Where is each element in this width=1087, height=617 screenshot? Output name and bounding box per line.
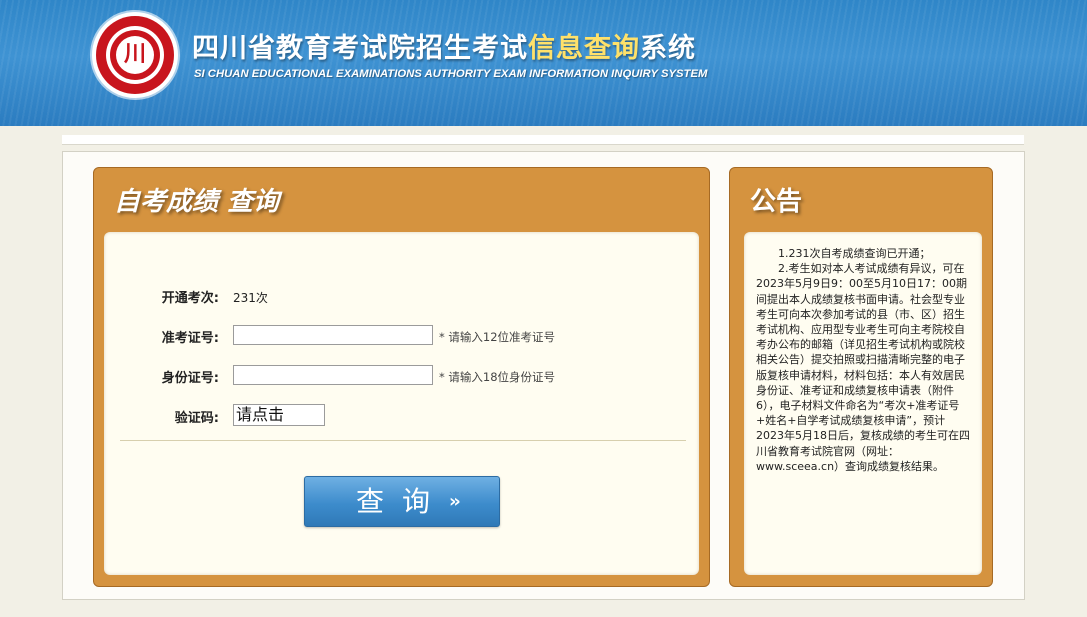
query-button-label: 查询 [355,485,448,518]
query-button[interactable]: 查询 ›› [304,476,500,527]
site-subtitle: SI CHUAN EDUCATIONAL EXAMINATIONS AUTHOR… [194,68,708,80]
query-form: 开通考次: 231次 准考证号: * 请输入12位准考证号 身份证号: * 请输… [104,232,699,575]
exam-session-value: 231次 [233,291,268,305]
captcha-box[interactable]: 请点击 [233,404,325,426]
logo-glyph: 川 [123,41,146,67]
admission-number-hint: * 请输入12位准考证号 [439,330,556,344]
form-divider [120,440,686,441]
site-title-tail: 系统 [640,33,696,64]
exam-session-label: 开通考次: [161,291,219,306]
site-title-highlight: 信息查询 [528,33,640,64]
emblem-logo: 川 [92,12,178,98]
admission-number-input[interactable] [233,325,433,345]
notice-panel-title: 公告 [750,187,803,217]
admission-number-label: 准考证号: [161,331,219,346]
id-number-label: 身份证号: [161,371,219,386]
notice-text: 1.231次自考成绩查询已开通； 2.考生如对本人考试成绩有异议，可在2023年… [756,246,970,474]
site-title-main: 四川省教育考试院招生考试 [192,33,528,64]
notice-panel: 公告 1.231次自考成绩查询已开通； 2.考生如对本人考试成绩有异议，可在20… [729,167,993,587]
id-number-hint: * 请输入18位身份证号 [439,370,556,384]
site-header: 川 四川省教育考试院招生考试信息查询系统 SI CHUAN EDUCATIONA… [0,0,1087,126]
double-chevron-right-icon: ›› [449,491,461,512]
notice-paragraph: 1.231次自考成绩查询已开通； [778,247,931,260]
query-panel-title: 自考成绩 查询 [114,187,280,217]
query-panel: 自考成绩 查询 开通考次: 231次 准考证号: * 请输入12位准考证号 身份… [93,167,710,587]
site-title: 四川省教育考试院招生考试信息查询系统 [192,26,696,65]
notice-paragraph: 2.考生如对本人考试成绩有异议，可在2023年5月9日9：00至5月10日17：… [756,262,970,473]
notice-content: 1.231次自考成绩查询已开通； 2.考生如对本人考试成绩有异议，可在2023年… [744,232,982,575]
header-separator [62,135,1024,145]
captcha-label: 验证码: [174,411,219,426]
id-number-input[interactable] [233,365,433,385]
